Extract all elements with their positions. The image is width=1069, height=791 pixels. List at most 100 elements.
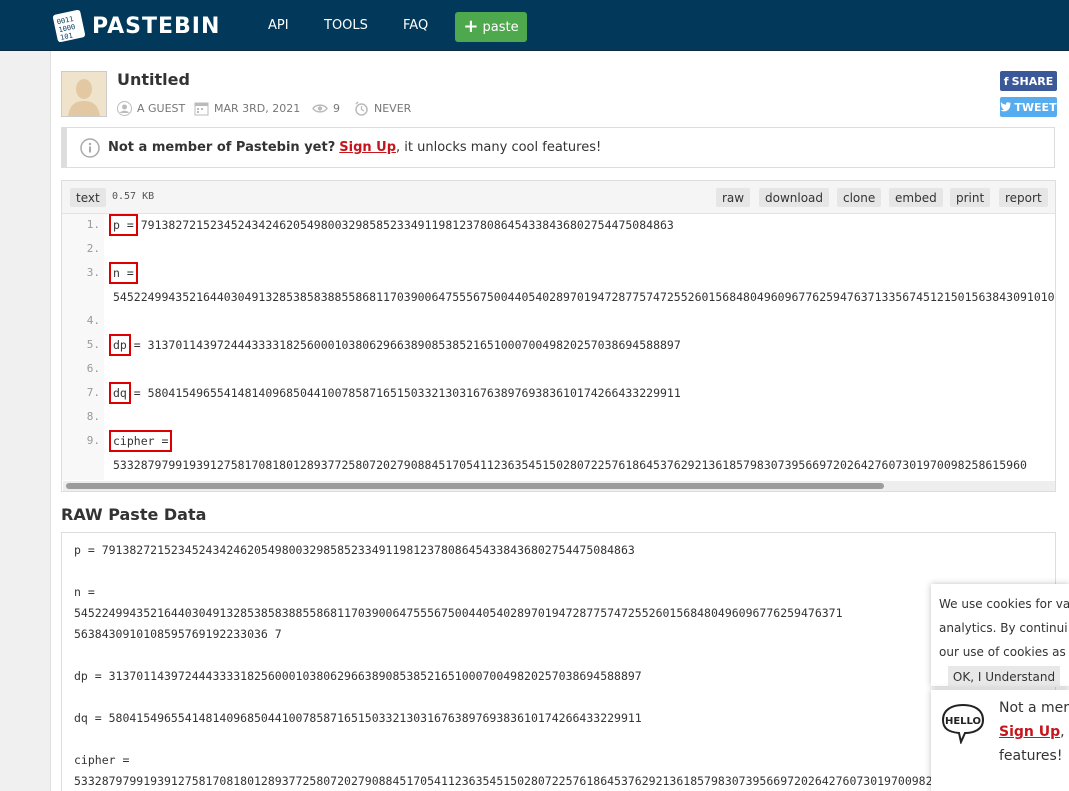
highlight-box-dq: dq [109, 382, 131, 404]
highlight-box-n: n = [109, 262, 138, 284]
code-viewer: text 0.57 KB raw download clone embed pr… [61, 180, 1056, 492]
cookie-accept-button[interactable]: OK, I Understand [948, 666, 1060, 687]
hello-line-1: Not a mer [999, 700, 1069, 716]
nav-api[interactable]: API [268, 0, 289, 50]
top-navbar: 0011 1000 101 PASTEBIN API TOOLS FAQ + p… [0, 0, 1069, 51]
paste-author[interactable]: A GUEST [117, 100, 185, 116]
notice-signup-link[interactable]: Sign Up [339, 140, 396, 155]
line-content: cipher = [108, 430, 173, 452]
new-paste-button[interactable]: + paste [455, 12, 527, 42]
line-number: 4 [62, 314, 100, 327]
scrollbar-thumb[interactable] [66, 483, 884, 489]
twitter-bird-icon [1000, 102, 1012, 112]
user-icon [117, 100, 132, 116]
line-number: 8 [62, 410, 100, 423]
line-content: p = 791382721523452434246205498003298585… [109, 214, 674, 236]
code-line: 1 p = 7913827215234524342462054980032985… [62, 214, 1055, 236]
signup-notice: Not a member of Pastebin yet? Sign Up, i… [61, 127, 1055, 168]
nav-tools[interactable]: TOOLS [324, 0, 368, 50]
line-number: 5 [62, 338, 100, 351]
raw-line: dp = 31370114397244433331825600010380629… [74, 669, 642, 683]
line-number: 6 [62, 362, 100, 375]
raw-line: dq = 58041549655414814096850441007858716… [74, 711, 642, 725]
avatar-icon [62, 72, 106, 116]
dq-value: = 58041549655414814096850441007858716515… [133, 386, 681, 400]
code-toolbar: text 0.57 KB raw download clone embed pr… [62, 181, 1055, 214]
line-number: 1 [62, 218, 100, 231]
raw-line: 5452249943521644030491328538583885586811… [74, 606, 843, 620]
line-number: 7 [62, 386, 100, 399]
code-line: 8 [62, 408, 1055, 428]
line-number: 2 [62, 242, 100, 255]
notice-bold-text: Not a member of Pastebin yet? [108, 140, 336, 155]
hello-signup-tail: , [1060, 724, 1065, 740]
code-line: 5 dp = 313701143972444333318256000103806… [62, 334, 1055, 356]
line-number: 3 [62, 266, 100, 279]
expiration-icon [355, 100, 368, 116]
nav-faq[interactable]: FAQ [403, 0, 428, 50]
clone-button[interactable]: clone [837, 188, 882, 207]
code-line: 2 [62, 240, 1055, 260]
signup-popup: HELLO Not a mer Sign Up, features! [931, 690, 1069, 791]
code-line: 7 dq = 580415496554148140968504410078587… [62, 382, 1055, 404]
raw-line: 5332879799193912758170818012893772580720… [74, 774, 940, 788]
cookie-text-line: We use cookies for va [939, 597, 1069, 611]
download-button[interactable]: download [759, 188, 830, 207]
code-line: 4 [62, 312, 1055, 332]
author-label: A GUEST [137, 101, 186, 115]
tweet-label: TWEET [1014, 100, 1057, 114]
paste-size: 0.57 KB [112, 191, 155, 202]
facebook-share-button[interactable]: f SHARE [1000, 71, 1057, 91]
raw-line: cipher = [74, 753, 130, 767]
code-line-wrapped: 5332879799193912758170818012893772580720… [62, 456, 1055, 476]
notice-rest-text: , it unlocks many cool features! [396, 140, 602, 155]
syntax-tag[interactable]: text [70, 188, 106, 207]
code-lines: 1 p = 7913827215234524342462054980032985… [62, 214, 1055, 480]
line-number: 9 [62, 434, 100, 447]
eye-icon [312, 103, 328, 113]
facebook-icon: f [1003, 74, 1009, 88]
highlight-box-dp: dp [109, 334, 131, 356]
code-line: 3 n = [62, 262, 1055, 284]
tweet-button[interactable]: TWEET [1000, 97, 1057, 117]
raw-line: n = [74, 585, 95, 599]
paste-button-label: paste [482, 19, 519, 35]
raw-line: p = 791382721523452434246205498003298585… [74, 543, 635, 557]
expiration-label: NEVER [374, 101, 412, 115]
code-line: 6 [62, 360, 1055, 380]
code-line: 9 cipher = [62, 430, 1055, 452]
paste-expiration: NEVER [354, 100, 411, 116]
logo-digits-3: 101 [59, 32, 73, 42]
hello-speech-bubble-icon: HELLO [941, 703, 985, 744]
logo-icon: 0011 1000 101 [52, 9, 86, 43]
views-count: 9 [333, 101, 340, 115]
embed-button[interactable]: embed [889, 188, 943, 207]
calendar-icon [194, 102, 209, 115]
line-content: dq = 58041549655414814096850441007858716… [109, 382, 681, 404]
raw-button[interactable]: raw [716, 188, 751, 207]
info-icon [80, 137, 100, 158]
hello-line-3: features! [999, 748, 1063, 764]
guest-avatar [61, 71, 107, 117]
share-label: SHARE [1011, 74, 1054, 88]
pastebin-logo[interactable]: 0011 1000 101 PASTEBIN [52, 8, 220, 44]
horizontal-scrollbar[interactable] [63, 481, 1055, 491]
paste-title: Untitled [117, 70, 190, 89]
raw-line: 5638430910108595769192233036 7 [74, 627, 282, 641]
line-content: dp = 31370114397244433331825600010380629… [109, 334, 681, 356]
highlight-box-cipher: cipher = [108, 430, 173, 452]
print-button[interactable]: print [950, 188, 991, 207]
report-button[interactable]: report [999, 188, 1048, 207]
line-content: n = [109, 262, 138, 284]
logo-text: PASTEBIN [92, 13, 221, 39]
raw-paste-textarea[interactable]: p = 791382721523452434246205498003298585… [61, 532, 1056, 791]
cookie-text-line: analytics. By continui [939, 621, 1068, 635]
cipher-value: 5332879799193912758170818012893772580720… [113, 458, 1027, 472]
paste-date: MAR 3RD, 2021 [194, 100, 300, 116]
hello-signup-link[interactable]: Sign Up [999, 724, 1060, 740]
plus-icon: + [463, 16, 479, 37]
highlight-box-p: p = [109, 214, 138, 236]
p-value: 7913827215234524342462054980032985852334… [140, 218, 674, 232]
hello-signup-row: Sign Up, [999, 724, 1065, 740]
code-line-wrapped: 5452249943521644030491328538583885586811… [62, 288, 1055, 308]
